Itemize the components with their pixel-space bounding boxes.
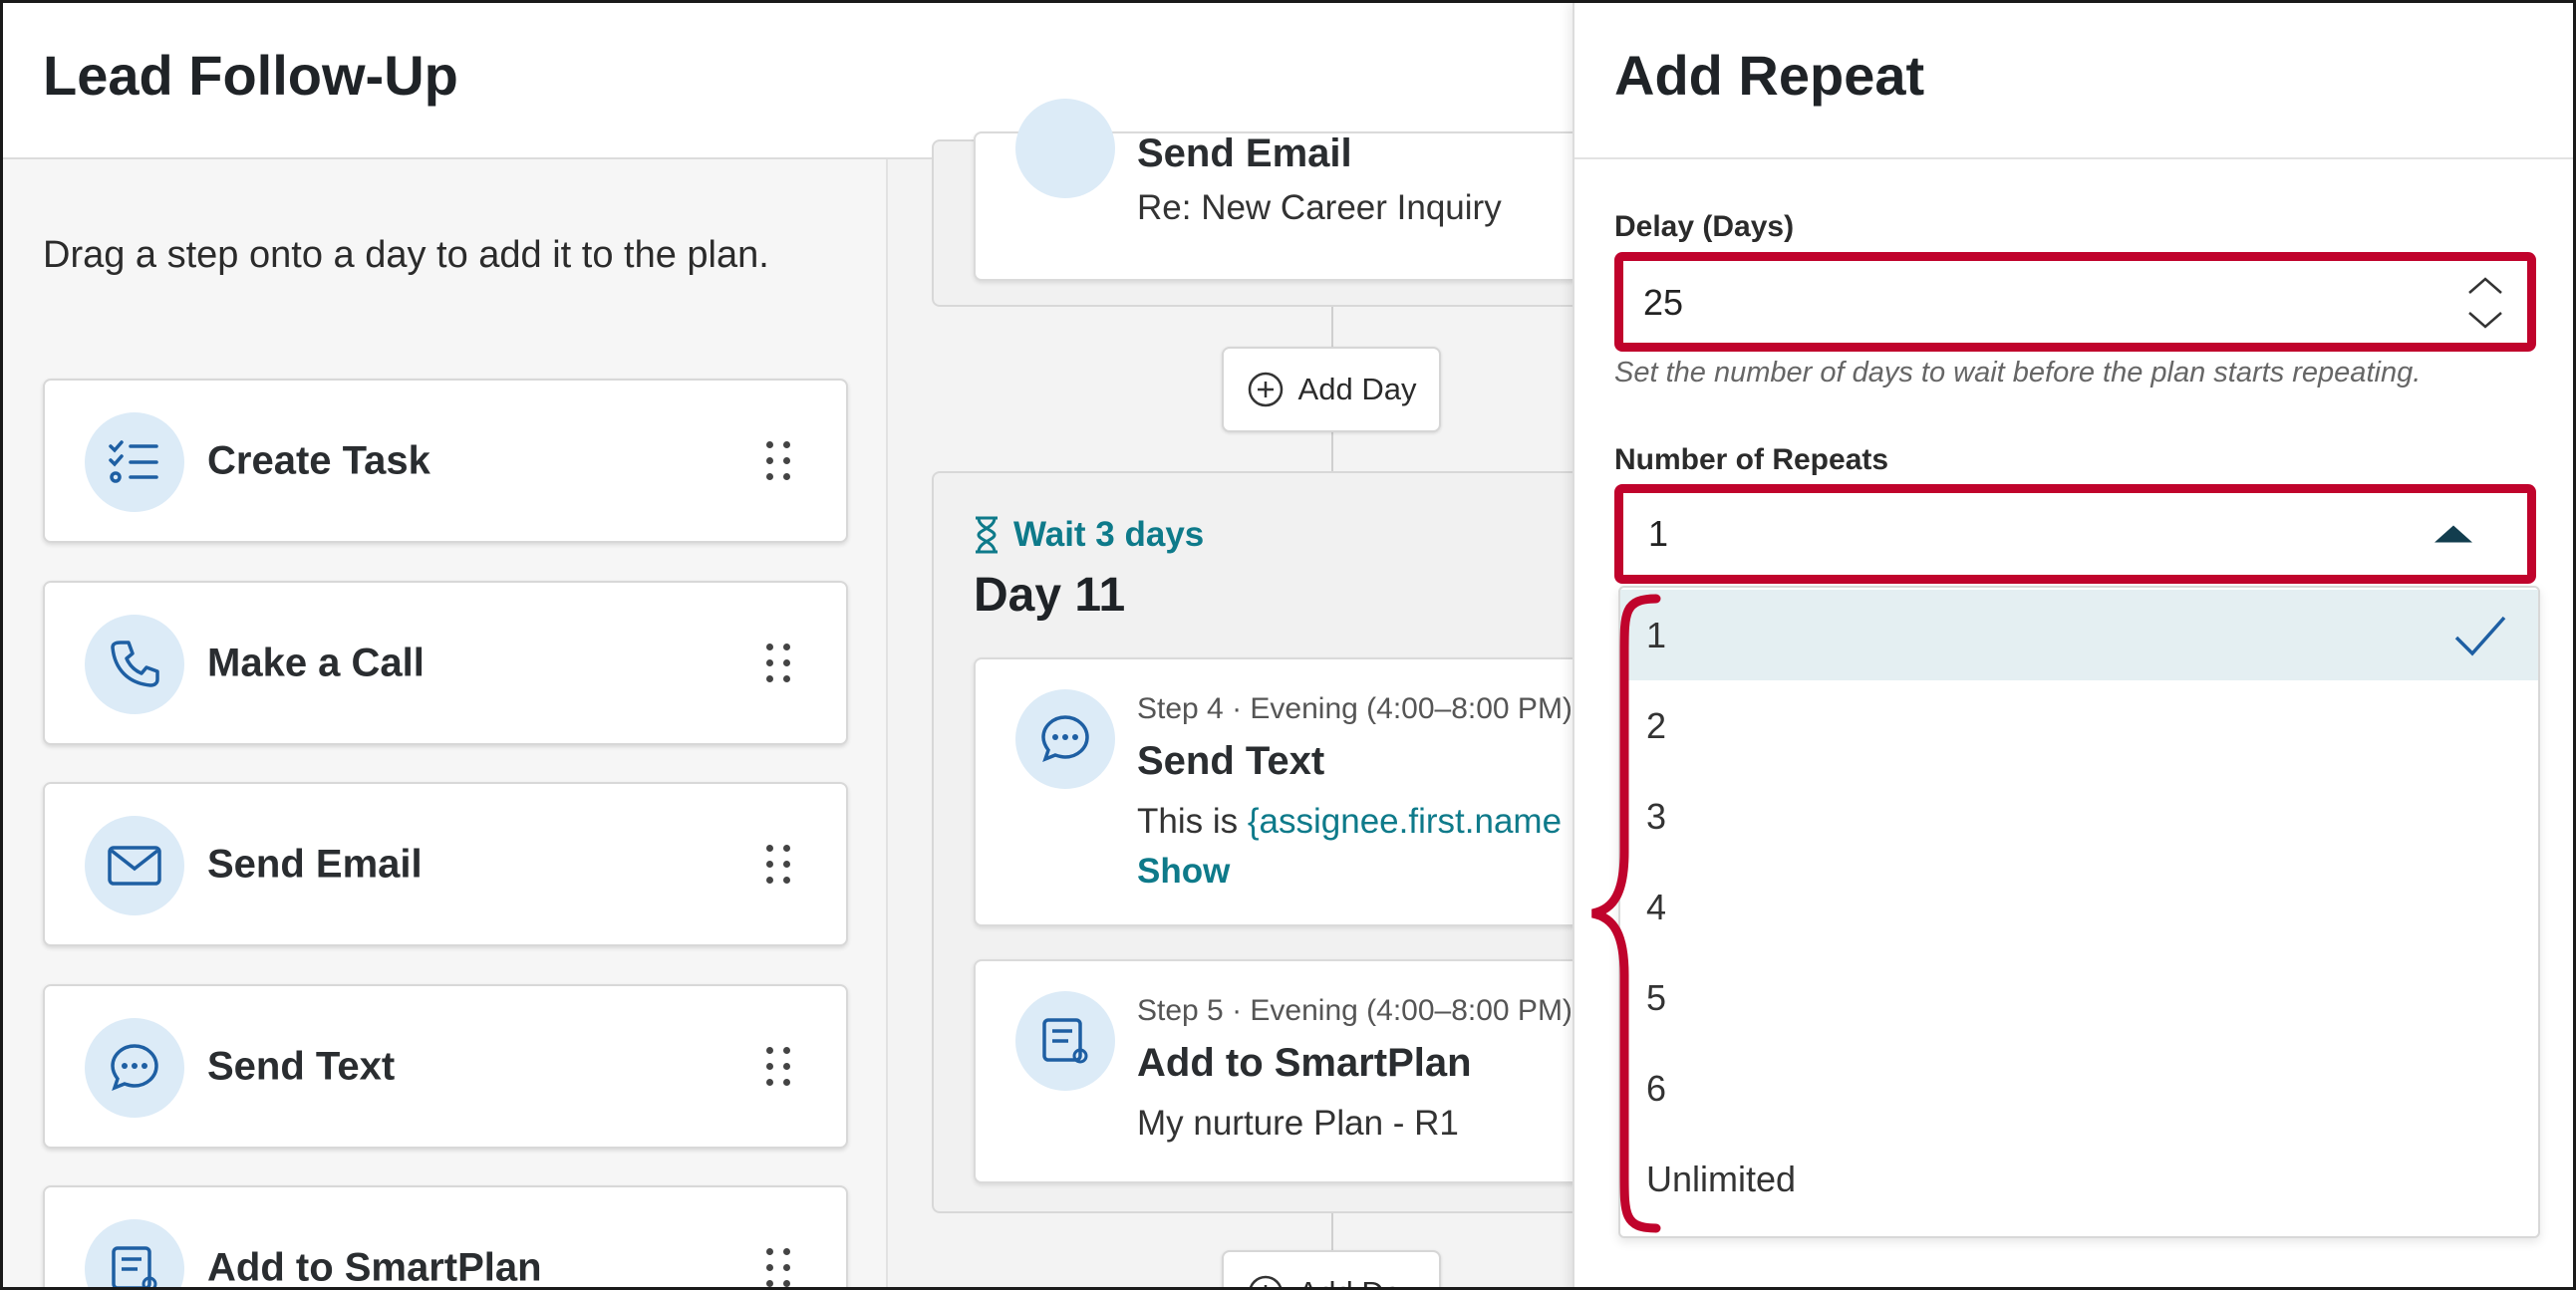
plan-step-body-prefix: This is — [1137, 802, 1248, 841]
show-more-link[interactable]: Show — [1137, 852, 1230, 892]
repeats-dropdown-menu: 1 2 3 4 5 6 Unlimited — [1618, 586, 2540, 1238]
palette-step-label: Make a Call — [207, 641, 425, 684]
plus-circle-icon — [1248, 372, 1283, 407]
drag-handle-icon[interactable] — [766, 440, 790, 481]
checkmark-icon — [2454, 616, 2506, 656]
plan-step-body: Re: New Career Inquiry — [1137, 188, 1502, 227]
repeats-option[interactable]: 3 — [1620, 771, 2538, 862]
repeats-option[interactable]: 4 — [1620, 862, 2538, 952]
number-stepper[interactable] — [2465, 275, 2505, 331]
plan-step-body: My nurture Plan - R1 — [1137, 1104, 1459, 1143]
plan-step-card[interactable]: Step 5 · Evening (4:00–8:00 PM) Add to S… — [974, 959, 1671, 1183]
add-day-label: Add Day — [1298, 1275, 1417, 1287]
panel-header: Add Repeat — [1574, 3, 2573, 159]
envelope-icon — [85, 816, 184, 915]
day-title: Day 11 — [974, 569, 1126, 622]
repeats-label: Number of Repeats — [1614, 443, 1889, 476]
palette-step-make-a-call[interactable]: Make a Call — [43, 581, 848, 745]
panel-title: Add Repeat — [1614, 44, 1925, 107]
plan-timeline: Send Email Re: New Career Inquiry Add Da… — [888, 99, 1671, 1287]
drag-handle-icon[interactable] — [766, 844, 790, 885]
plan-step-title: Add to SmartPlan — [1137, 1041, 1472, 1085]
chat-bubble-icon — [1015, 689, 1115, 789]
wait-label: Wait 3 days — [1013, 515, 1205, 554]
plan-step-card[interactable]: Step 4 · Evening (4:00–8:00 PM) Send Tex… — [974, 657, 1671, 926]
plan-step-title: Send Email — [1137, 131, 1352, 175]
hourglass-icon — [976, 516, 998, 554]
delay-days-field[interactable] — [1614, 252, 2536, 352]
drag-handle-icon[interactable] — [766, 643, 790, 683]
plan-step-card[interactable]: Send Email Re: New Career Inquiry — [974, 99, 1671, 281]
palette-step-label: Add to SmartPlan — [207, 1245, 542, 1289]
smartplan-icon — [1015, 991, 1115, 1091]
smartplan-icon — [85, 1219, 184, 1287]
phone-icon — [85, 615, 184, 714]
add-day-button[interactable]: Add Day — [1222, 347, 1441, 432]
palette-step-label: Send Email — [207, 842, 423, 886]
delay-days-input[interactable] — [1641, 261, 2462, 345]
envelope-icon — [1015, 99, 1115, 198]
add-day-button[interactable]: Add Day — [1222, 1250, 1441, 1287]
step-palette: Drag a step onto a day to add it to the … — [3, 159, 888, 1289]
plan-step-meta: Step 4 · Evening (4:00–8:00 PM) — [1137, 692, 1573, 725]
delay-help-text: Set the number of days to wait before th… — [1614, 357, 2422, 388]
plan-step-meta: Step 5 · Evening (4:00–8:00 PM) — [1137, 994, 1573, 1027]
add-repeat-panel: Add Repeat Delay (Days) Set the number o… — [1573, 3, 2573, 1287]
plan-step-title: Send Text — [1137, 739, 1325, 783]
palette-step-label: Send Text — [207, 1044, 396, 1088]
page-title: Lead Follow-Up — [43, 44, 458, 107]
drag-handle-icon[interactable] — [766, 1247, 790, 1288]
caret-up-icon — [2434, 525, 2472, 543]
wait-indicator: Wait 3 days — [974, 515, 1204, 555]
plus-circle-icon — [1249, 1275, 1282, 1287]
palette-step-label: Create Task — [207, 438, 430, 482]
day-box-previous: Send Email Re: New Career Inquiry — [932, 99, 1671, 307]
chevron-up-icon[interactable] — [2465, 275, 2505, 297]
palette-hint: Drag a step onto a day to add it to the … — [43, 234, 769, 276]
app-window: Lead Follow-Up Drag a step onto a day to… — [0, 0, 2576, 1290]
repeats-selected-value: 1 — [1648, 513, 1669, 554]
repeats-option[interactable]: 5 — [1620, 952, 2538, 1043]
template-variable: {assignee.first.name — [1247, 802, 1563, 841]
annotation-brace-icon — [1590, 594, 1661, 1233]
chat-bubble-icon — [85, 1018, 184, 1118]
plan-step-body: This is {assignee.first.name — [1137, 802, 1562, 842]
add-day-label: Add Day — [1297, 372, 1417, 406]
repeats-option[interactable]: Unlimited — [1620, 1134, 2538, 1224]
palette-step-create-task[interactable]: Create Task — [43, 379, 848, 543]
repeats-option[interactable]: 1 — [1620, 590, 2538, 680]
palette-step-send-email[interactable]: Send Email — [43, 782, 848, 946]
palette-step-send-text[interactable]: Send Text — [43, 984, 848, 1149]
repeats-option[interactable]: 6 — [1620, 1043, 2538, 1134]
palette-step-add-to-smartplan[interactable]: Add to SmartPlan — [43, 1185, 848, 1289]
chevron-down-icon[interactable] — [2465, 309, 2505, 331]
repeats-select[interactable]: 1 — [1614, 484, 2536, 584]
repeats-option[interactable]: 2 — [1620, 680, 2538, 771]
delay-label: Delay (Days) — [1614, 210, 1795, 243]
day-box: Wait 3 days Day 11 Step 4 · Evening (4:0… — [932, 471, 1671, 1213]
drag-handle-icon[interactable] — [766, 1046, 790, 1087]
task-list-icon — [85, 412, 184, 512]
